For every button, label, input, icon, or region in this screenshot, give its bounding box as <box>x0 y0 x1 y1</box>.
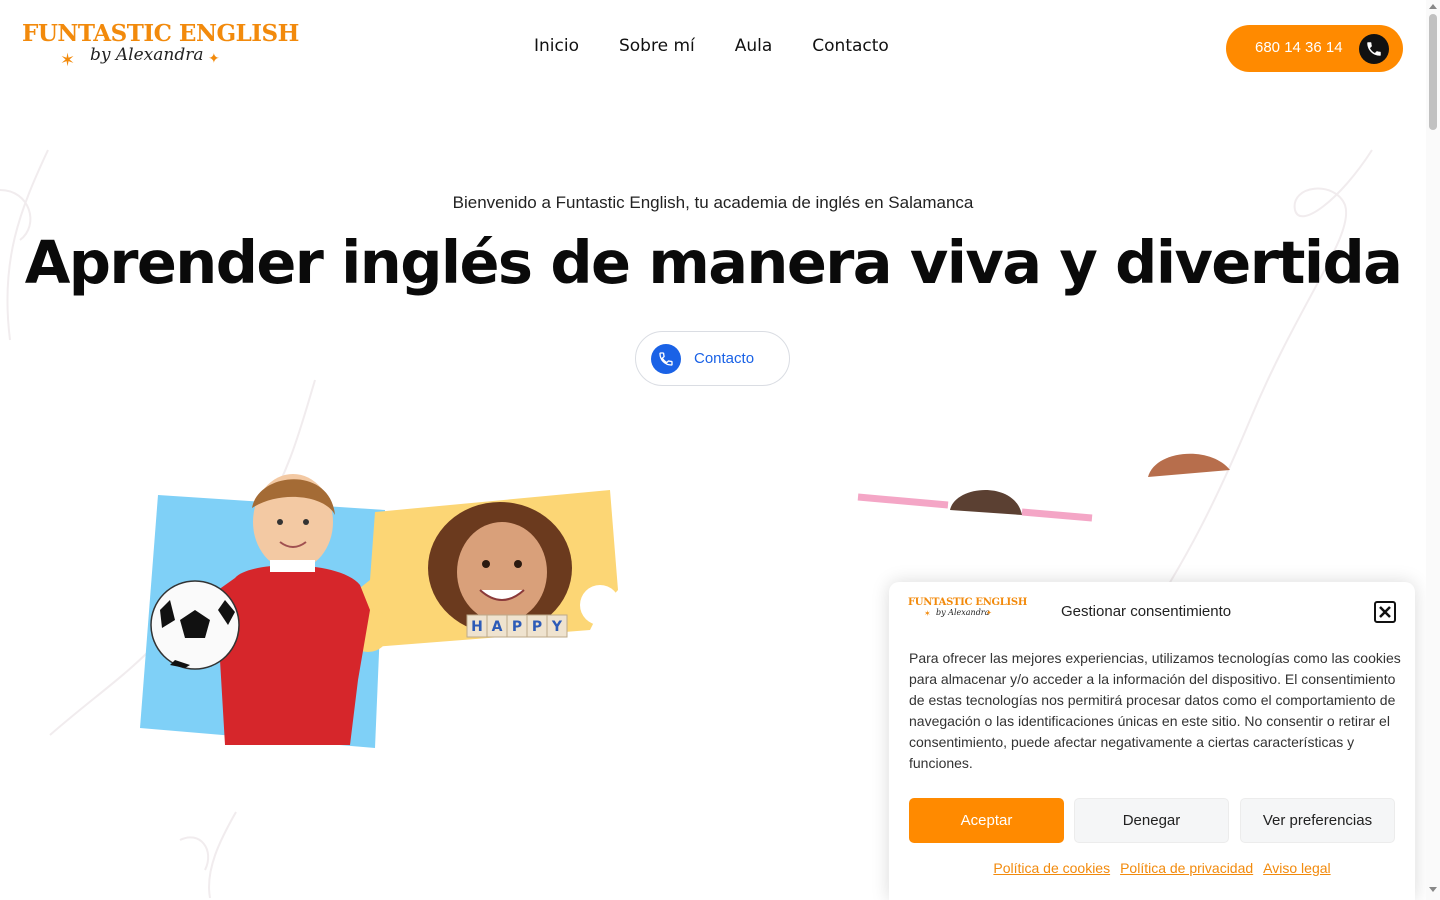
svg-text:A: A <box>492 619 503 635</box>
nav-item-inicio[interactable]: Inicio <box>534 36 579 56</box>
cookie-policy-link[interactable]: Política de cookies <box>993 860 1110 876</box>
hero-contact-button[interactable]: Contacto <box>635 331 790 386</box>
kids-puzzle-image: H A P P Y <box>140 474 620 748</box>
dialog-title: Gestionar consentimiento <box>1061 603 1232 620</box>
logo-wordmark: FUNTASTIC ENGLISH <box>22 20 299 47</box>
svg-text:P: P <box>532 619 542 635</box>
main-nav: Inicio Sobre mí Aula Contacto <box>534 36 889 56</box>
dialog-links: Política de cookies Política de privacid… <box>889 860 1415 876</box>
site-header: FUNTASTIC ENGLISH ✶ by Alexandra ✦ Inici… <box>0 0 1426 96</box>
scroll-down-arrow-icon[interactable] <box>1429 887 1437 892</box>
svg-text:H: H <box>471 619 483 635</box>
svg-text:P: P <box>512 619 522 635</box>
svg-text:Y: Y <box>551 619 563 635</box>
accept-button[interactable]: Aceptar <box>909 798 1064 843</box>
dialog-logo: FUNTASTIC ENGLISH ✶ by Alexandra ✦ <box>908 597 1027 623</box>
deny-button[interactable]: Denegar <box>1074 798 1229 843</box>
nav-item-sobre-mi[interactable]: Sobre mí <box>619 36 695 56</box>
logo-tagline: by Alexandra <box>90 45 204 65</box>
site-logo[interactable]: FUNTASTIC ENGLISH ✶ by Alexandra ✦ <box>22 20 299 76</box>
star-icon: ✶ <box>60 50 76 71</box>
phone-icon <box>651 344 681 374</box>
dialog-body-text: Para ofrecer las mejores experiencias, u… <box>909 650 1401 771</box>
dialog-logo-wordmark: FUNTASTIC ENGLISH <box>908 597 1027 608</box>
privacy-policy-link[interactable]: Política de privacidad <box>1120 860 1253 876</box>
star-icon: ✦ <box>208 51 220 67</box>
close-icon <box>1379 606 1391 618</box>
peeking-kids-image <box>857 453 1230 522</box>
contact-button-label: Contacto <box>694 350 755 367</box>
dialog-logo-tagline: by Alexandra <box>936 608 990 617</box>
close-button[interactable] <box>1374 601 1396 623</box>
hero-title: Aprender inglés de manera viva y diverti… <box>24 228 1403 297</box>
happy-blocks: H A P P Y <box>466 614 568 638</box>
scroll-thumb[interactable] <box>1429 14 1437 130</box>
legal-notice-link[interactable]: Aviso legal <box>1263 860 1330 876</box>
nav-item-contacto[interactable]: Contacto <box>812 36 889 56</box>
phone-number: 680 14 36 14 <box>1255 39 1343 56</box>
nav-item-aula[interactable]: Aula <box>735 36 773 56</box>
phone-button[interactable]: 680 14 36 14 <box>1226 25 1403 72</box>
scroll-up-arrow-icon[interactable] <box>1429 4 1437 9</box>
cookie-consent-dialog: FUNTASTIC ENGLISH ✶ by Alexandra ✦ Gesti… <box>889 582 1415 900</box>
page-scrollbar[interactable] <box>1426 0 1440 900</box>
star-icon: ✶ <box>924 609 931 618</box>
phone-icon <box>1359 34 1389 64</box>
view-preferences-button[interactable]: Ver preferencias <box>1240 798 1395 843</box>
hero-subtitle: Bienvenido a Funtastic English, tu acade… <box>452 193 974 212</box>
star-icon: ✦ <box>986 609 992 617</box>
